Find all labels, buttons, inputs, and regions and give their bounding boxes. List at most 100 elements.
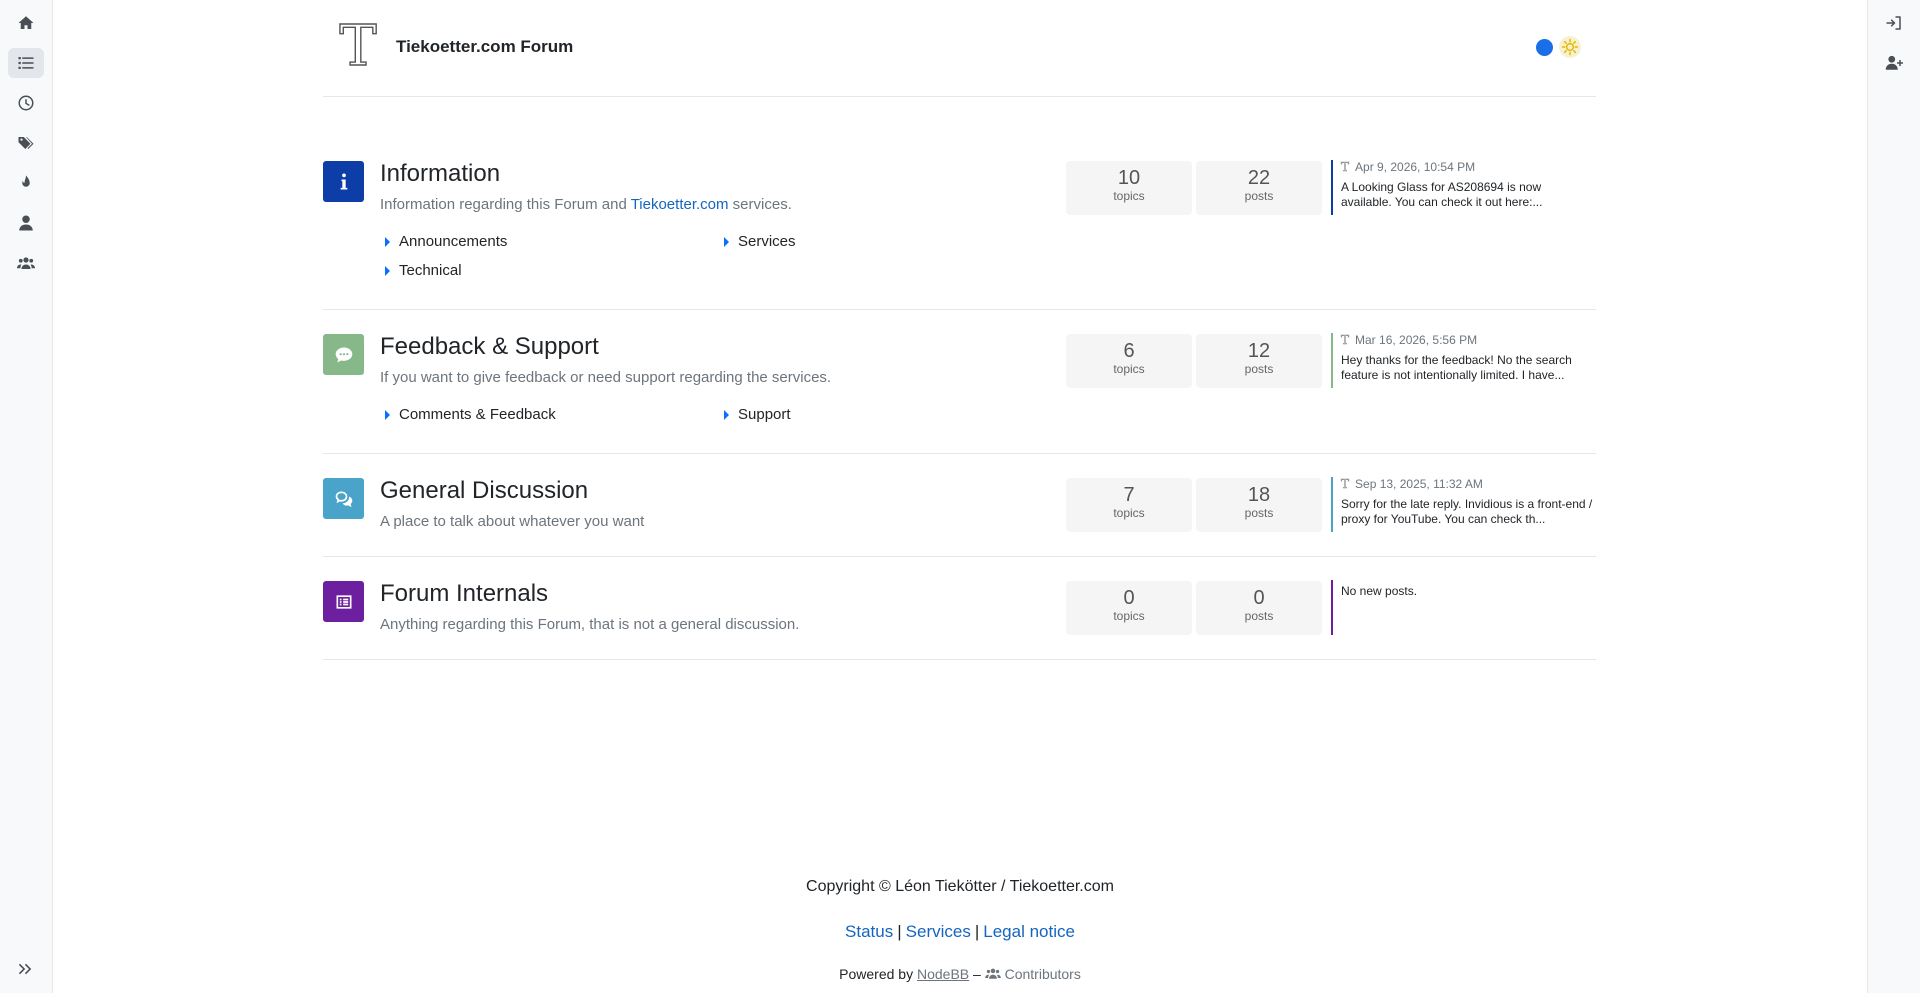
category-description: Anything regarding this Forum, that is n… <box>380 616 800 633</box>
category-title[interactable]: Feedback & Support <box>380 333 599 361</box>
subcategory-label: Technical <box>399 262 462 279</box>
powered-prefix: Powered by <box>839 966 917 982</box>
caret-right-icon <box>385 236 390 247</box>
teaser-meta: T Apr 9, 2026, 10:54 PM <box>1341 160 1593 174</box>
contributors-label: Contributors <box>1004 966 1081 982</box>
topics-stat: 7 topics <box>1066 478 1192 532</box>
nodebb-link[interactable]: NodeBB <box>917 966 969 982</box>
topics-stat: 0 topics <box>1066 581 1192 635</box>
posts-count: 22 <box>1247 167 1271 189</box>
subcategory-services[interactable]: Services <box>724 233 796 250</box>
latest-post-teaser[interactable]: T Mar 16, 2026, 5:56 PM Hey thanks for t… <box>1331 333 1593 388</box>
teaser-date[interactable]: Apr 9, 2026, 10:54 PM <box>1355 160 1475 174</box>
separator: | <box>897 922 902 941</box>
topics-stat: 6 topics <box>1066 334 1192 388</box>
posts-label: posts <box>1244 189 1274 203</box>
contributors-link[interactable]: Contributors <box>984 966 1081 982</box>
author-avatar: T <box>1341 477 1350 491</box>
expand-icon[interactable] <box>8 954 44 984</box>
theme-color-dot[interactable] <box>1536 39 1553 56</box>
posts-count: 0 <box>1253 587 1265 609</box>
teaser-meta: T Sep 13, 2025, 11:32 AM <box>1341 477 1593 491</box>
category-description: A place to talk about whatever you want <box>380 513 645 530</box>
site-title[interactable]: Tiekoetter.com Forum <box>396 37 573 57</box>
site-logo[interactable]: T <box>336 18 380 75</box>
posts-label: posts <box>1244 362 1274 376</box>
caret-right-icon <box>385 265 390 276</box>
topics-count: 7 <box>1123 484 1135 506</box>
info-icon[interactable] <box>323 161 364 202</box>
category-forum-internals: Forum Internals Anything regarding this … <box>323 557 1596 660</box>
category-information: Information Information regarding this F… <box>323 97 1596 310</box>
teaser-text[interactable]: Sorry for the late reply. Invidious is a… <box>1341 497 1593 527</box>
list-alt-icon[interactable] <box>323 581 364 622</box>
topics-count: 0 <box>1123 587 1135 609</box>
legal-notice-link[interactable]: Legal notice <box>983 922 1075 941</box>
teaser-text[interactable]: A Looking Glass for AS208694 is now avai… <box>1341 180 1593 210</box>
user-icon[interactable] <box>8 208 44 238</box>
topics-label: topics <box>1113 609 1145 623</box>
copyright: Copyright © Léon Tiekötter / Tiekoetter.… <box>806 878 1114 895</box>
comments-icon[interactable] <box>323 478 364 519</box>
topics-label: topics <box>1113 362 1145 376</box>
footer-links: Status | Services | Legal notice <box>53 922 1867 942</box>
topics-count: 6 <box>1123 340 1135 362</box>
description-text: services. <box>728 196 792 213</box>
category-description: Information regarding this Forum and Tie… <box>380 196 792 213</box>
description-text: Information regarding this Forum and <box>380 196 631 213</box>
dash: – <box>969 966 985 982</box>
author-avatar: T <box>1341 333 1350 347</box>
powered-by: Powered by NodeBB – Contributors <box>53 966 1867 982</box>
users-icon <box>984 968 1001 979</box>
posts-count: 18 <box>1247 484 1271 506</box>
login-icon[interactable] <box>1876 8 1912 38</box>
tiekoetter-link[interactable]: Tiekoetter.com <box>631 196 729 213</box>
list-icon[interactable] <box>8 48 44 78</box>
status-link[interactable]: Status <box>845 922 893 941</box>
posts-label: posts <box>1244 609 1274 623</box>
tags-icon[interactable] <box>8 128 44 158</box>
register-icon[interactable] <box>1876 48 1912 78</box>
teaser-date[interactable]: Mar 16, 2026, 5:56 PM <box>1355 333 1477 347</box>
right-sidebar <box>1867 0 1920 993</box>
services-link[interactable]: Services <box>906 922 971 941</box>
category-general-discussion: General Discussion A place to talk about… <box>323 454 1596 557</box>
clock-icon[interactable] <box>8 88 44 118</box>
teaser-date[interactable]: Sep 13, 2025, 11:32 AM <box>1355 477 1483 491</box>
posts-stat: 0 posts <box>1196 581 1322 635</box>
category-title[interactable]: Information <box>380 160 500 188</box>
latest-post-teaser[interactable]: T Sep 13, 2025, 11:32 AM Sorry for the l… <box>1331 477 1593 532</box>
category-title[interactable]: General Discussion <box>380 477 588 505</box>
topics-count: 10 <box>1117 167 1141 189</box>
author-avatar: T <box>1341 160 1350 174</box>
subcategory-comments-feedback[interactable]: Comments & Feedback <box>385 406 556 423</box>
topics-label: topics <box>1113 189 1145 203</box>
users-icon[interactable] <box>8 248 44 278</box>
subcategory-support[interactable]: Support <box>724 406 791 423</box>
home-icon[interactable] <box>8 8 44 38</box>
posts-stat: 12 posts <box>1196 334 1322 388</box>
category-title[interactable]: Forum Internals <box>380 580 548 608</box>
posts-stat: 18 posts <box>1196 478 1322 532</box>
site-header: T Tiekoetter.com Forum <box>323 0 1596 97</box>
subcategory-label: Comments & Feedback <box>399 406 556 423</box>
subcategory-announcements[interactable]: Announcements <box>385 233 507 250</box>
teaser-text[interactable]: Hey thanks for the feedback! No the sear… <box>1341 353 1593 383</box>
posts-label: posts <box>1244 506 1274 520</box>
category-feedback-support: Feedback & Support If you want to give f… <box>323 310 1596 454</box>
subcategory-label: Announcements <box>399 233 508 250</box>
no-new-posts: No new posts. <box>1341 584 1418 598</box>
topics-label: topics <box>1113 506 1145 520</box>
caret-right-icon <box>385 409 390 420</box>
latest-post-teaser[interactable]: T Apr 9, 2026, 10:54 PM A Looking Glass … <box>1331 160 1593 215</box>
caret-right-icon <box>724 236 729 247</box>
category-description: If you want to give feedback or need sup… <box>380 369 832 386</box>
theme-toggle-button[interactable] <box>1559 36 1581 58</box>
subcategory-technical[interactable]: Technical <box>385 262 462 279</box>
posts-stat: 22 posts <box>1196 161 1322 215</box>
comment-dots-icon[interactable] <box>323 334 364 375</box>
fire-icon[interactable] <box>8 168 44 198</box>
subcategory-label: Services <box>738 233 796 250</box>
subcategory-label: Support <box>738 406 791 423</box>
latest-post-teaser: No new posts. <box>1331 580 1593 635</box>
